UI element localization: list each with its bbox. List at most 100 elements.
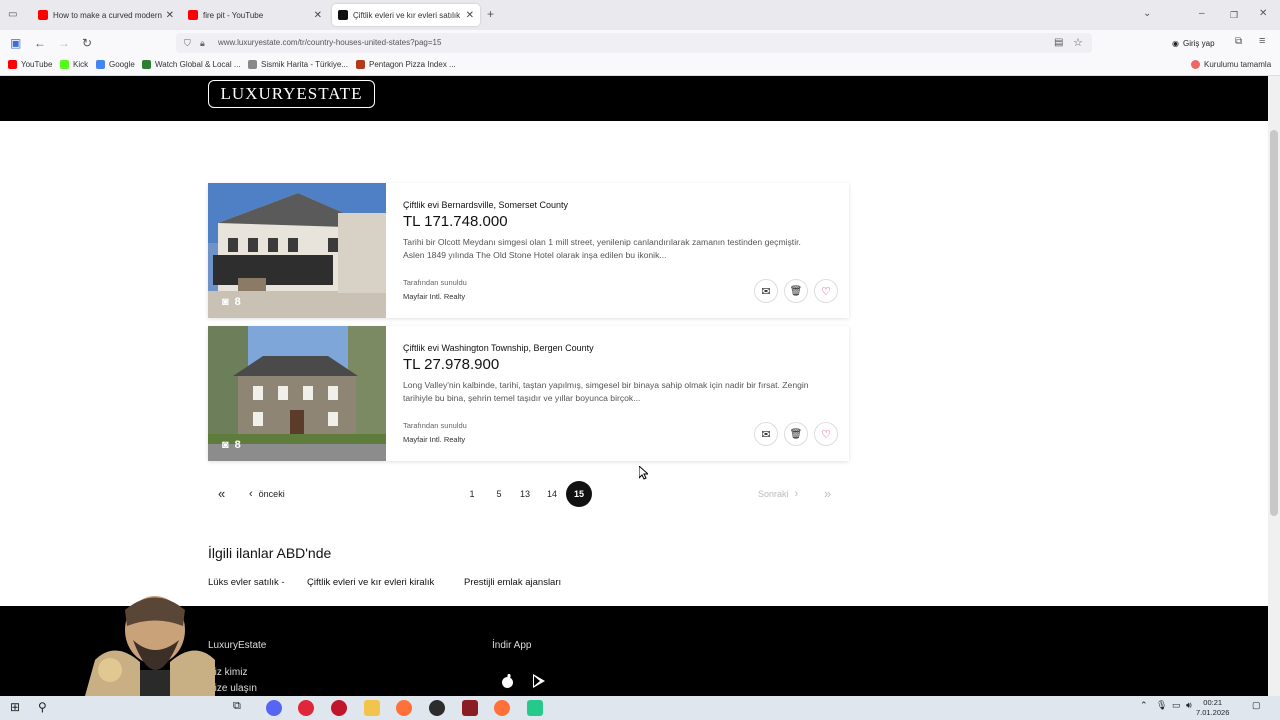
- trash-icon: 🗑︎: [789, 285, 803, 297]
- discord-icon[interactable]: [266, 700, 282, 716]
- next-page-button[interactable]: Sonraki ›: [758, 484, 798, 504]
- reload-icon[interactable]: ↻: [82, 36, 92, 50]
- taskbar-clock[interactable]: 00:21 7.01.2026: [1196, 698, 1229, 718]
- app-icon[interactable]: [462, 700, 478, 716]
- next-label: Sonraki: [758, 489, 789, 499]
- page-icon: [248, 60, 257, 69]
- restore-window-icon[interactable]: ❐: [1230, 8, 1238, 22]
- forward-icon[interactable]: →: [58, 36, 70, 50]
- luxuryestate-favicon-icon: [338, 10, 348, 20]
- tracking-shield-icon[interactable]: ⛉: [184, 33, 191, 53]
- sign-in-button[interactable]: ◉ Giriş yap: [1172, 34, 1215, 52]
- agency-name[interactable]: Mayfair Intl. Realty: [403, 435, 465, 444]
- task-view-icon[interactable]: ⧉: [233, 700, 241, 713]
- bookmark-star-icon[interactable]: ☆: [1073, 33, 1083, 53]
- related-link-luxury-homes[interactable]: Lüks evler satılık -: [208, 577, 285, 588]
- chevron-right-icon: ›: [794, 488, 799, 500]
- windows-start-icon[interactable]: ⊞: [10, 700, 20, 714]
- firefox-active-icon[interactable]: [494, 700, 510, 716]
- camera-icon: ◙: [222, 296, 229, 308]
- bookmark-setup[interactable]: Kurulumu tamamla: [1191, 60, 1271, 69]
- address-bar[interactable]: ⛉ 🔒︎ www.luxuryestate.com/tr/country-hou…: [176, 33, 1092, 53]
- scrollbar-thumb[interactable]: [1270, 130, 1278, 516]
- listing-card[interactable]: ◙ 8 Çiftlik evi Bernardsville, Somerset …: [208, 183, 849, 318]
- tv-icon: [142, 60, 151, 69]
- previous-label: önceki: [258, 489, 285, 499]
- bookmark-label: Pentagon Pizza Index ...: [369, 60, 456, 69]
- tab-title: fire pit - YouTube: [203, 10, 264, 20]
- bookmark-kick[interactable]: Kick: [60, 60, 88, 69]
- listing-title[interactable]: Çiftlik evi Bernardsville, Somerset Coun…: [403, 200, 568, 210]
- bookmark-label: Kick: [73, 60, 89, 69]
- file-explorer-icon[interactable]: [364, 700, 380, 716]
- tab-youtube-firepit[interactable]: fire pit - YouTube ✕: [182, 4, 328, 26]
- bookmark-label: Sismik Harita - Türkiye...: [261, 60, 348, 69]
- related-link-agencies[interactable]: Prestijli emlak ajansları: [464, 577, 561, 588]
- pizza-icon: [356, 60, 365, 69]
- current-page[interactable]: 15: [566, 481, 592, 507]
- sidebar-toggle-icon[interactable]: ▣: [10, 36, 21, 50]
- volume-icon[interactable]: 🔊︎: [1186, 700, 1192, 711]
- network-icon[interactable]: ▭: [1172, 700, 1181, 711]
- hide-listing-button[interactable]: 🗑︎: [784, 422, 808, 446]
- page-link[interactable]: 13: [515, 484, 535, 504]
- previous-page-button[interactable]: ‹ önceki: [249, 484, 285, 504]
- close-tab-icon[interactable]: ✕: [314, 10, 322, 21]
- opera-icon[interactable]: [298, 700, 314, 716]
- tab-luxuryestate[interactable]: Çiftlik evleri ve kır evleri satılık Ai …: [332, 4, 480, 26]
- firefox-icon[interactable]: [396, 700, 412, 716]
- favorite-button[interactable]: ♡: [814, 279, 838, 303]
- tab-overview-icon[interactable]: ▭: [8, 8, 17, 22]
- bookmark-youtube[interactable]: YouTube: [8, 60, 52, 69]
- new-tab-button[interactable]: +: [487, 7, 494, 21]
- apple-icon[interactable]: [501, 674, 514, 688]
- last-page-button[interactable]: »: [824, 484, 831, 504]
- opera-gx-icon[interactable]: [331, 700, 347, 716]
- youtube-icon: [8, 60, 17, 69]
- first-page-button[interactable]: «: [218, 484, 225, 504]
- mouse-cursor-icon: [639, 466, 648, 480]
- listing-title[interactable]: Çiftlik evi Washington Township, Bergen …: [403, 343, 594, 353]
- menu-icon[interactable]: ≡: [1259, 35, 1265, 47]
- bookmark-google[interactable]: Google: [96, 60, 135, 69]
- close-tab-icon[interactable]: ✕: [166, 10, 174, 21]
- bookmark-sismik-harita[interactable]: Sismik Harita - Türkiye...: [248, 60, 348, 69]
- url-text: www.luxuryestate.com/tr/country-houses-u…: [218, 38, 442, 47]
- contact-button[interactable]: ✉: [754, 422, 778, 446]
- listing-photo[interactable]: ◙ 8: [208, 183, 386, 318]
- tab-youtube-curved[interactable]: How to make a curved modern ✕: [32, 4, 180, 26]
- listing-card[interactable]: ◙ 8 Çiftlik evi Washington Township, Ber…: [208, 326, 849, 461]
- site-logo[interactable]: LUXURYESTATE: [208, 80, 375, 108]
- extensions-icon[interactable]: ⧉: [1235, 36, 1242, 47]
- page-link[interactable]: 1: [462, 484, 482, 504]
- bookmark-pentagon-pizza[interactable]: Pentagon Pizza Index ...: [356, 60, 456, 69]
- bookmark-watch-global[interactable]: Watch Global & Local ...: [142, 60, 241, 69]
- lock-icon[interactable]: 🔒︎: [200, 33, 205, 53]
- notifications-icon[interactable]: ▢: [1252, 700, 1261, 711]
- back-icon[interactable]: ←: [34, 36, 46, 50]
- listing-photo[interactable]: ◙ 8: [208, 326, 386, 461]
- youtube-favicon-icon: [188, 10, 198, 20]
- obs-icon[interactable]: [429, 700, 445, 716]
- tray-chevron-icon[interactable]: ⌃: [1140, 700, 1148, 711]
- reader-view-icon[interactable]: ▤: [1054, 33, 1063, 53]
- related-listings-title: İlgili ilanlar ABD'nde: [208, 545, 332, 561]
- page-link[interactable]: 14: [542, 484, 562, 504]
- minimize-window-icon[interactable]: –: [1199, 7, 1205, 21]
- hide-listing-button[interactable]: 🗑︎: [784, 279, 808, 303]
- heart-icon: ♡: [821, 428, 831, 441]
- page-link[interactable]: 5: [489, 484, 509, 504]
- close-tab-icon[interactable]: ✕: [466, 10, 474, 21]
- related-link-country-houses-rent[interactable]: Çiftlik evleri ve kır evleri kiralık: [307, 577, 434, 588]
- listing-price: TL 27.978.900: [403, 356, 500, 373]
- search-icon[interactable]: ⚲: [38, 700, 47, 714]
- close-window-icon[interactable]: ✕: [1259, 7, 1267, 21]
- list-all-tabs-icon[interactable]: ⌄: [1143, 7, 1151, 21]
- agency-name[interactable]: Mayfair Intl. Realty: [403, 292, 465, 301]
- contact-button[interactable]: ✉: [754, 279, 778, 303]
- chat-app-icon[interactable]: [527, 700, 543, 716]
- favorite-button[interactable]: ♡: [814, 422, 838, 446]
- footer-link-contact[interactable]: Bize ulaşın: [208, 683, 257, 694]
- google-play-icon[interactable]: [533, 674, 545, 688]
- microphone-icon[interactable]: 🎙︎: [1156, 700, 1167, 711]
